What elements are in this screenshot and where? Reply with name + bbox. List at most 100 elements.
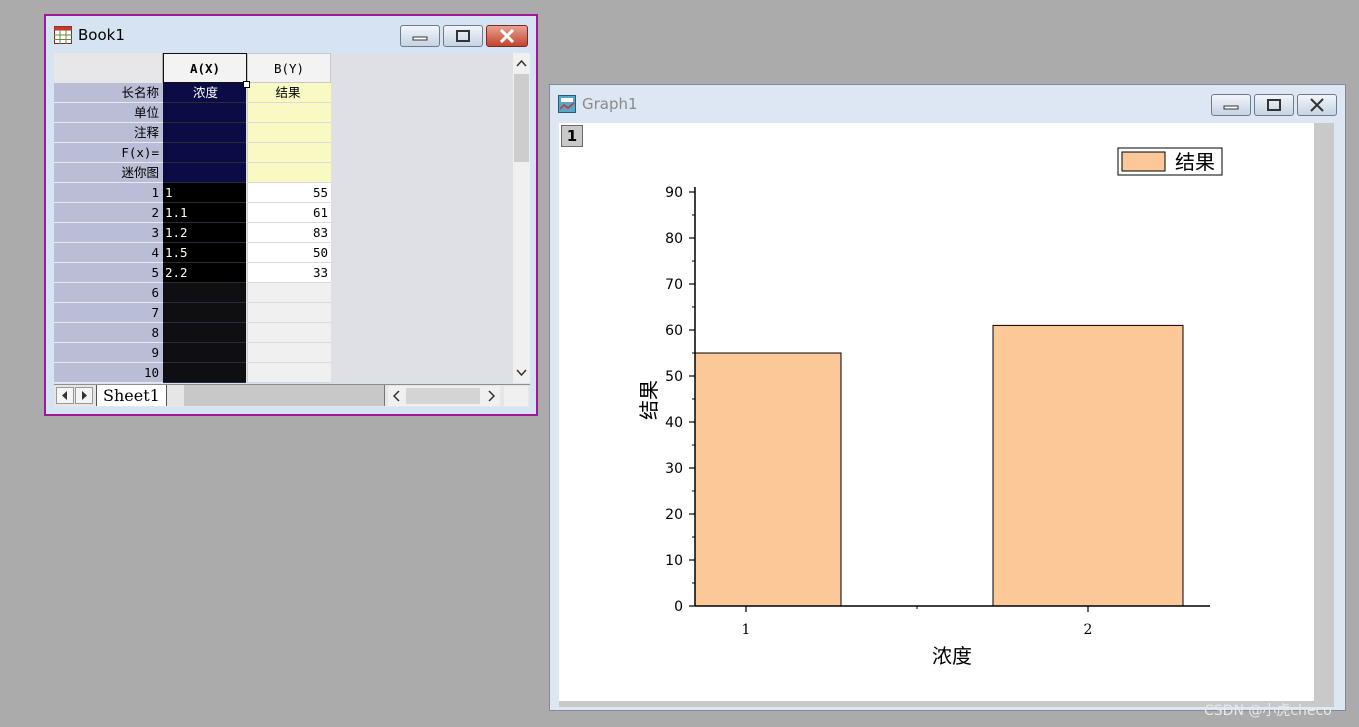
row-header[interactable]: 9: [54, 343, 163, 363]
bar: [694, 352, 842, 607]
cell-a-sparklines[interactable]: [163, 163, 246, 183]
book-title: Book1: [78, 26, 125, 44]
cell-b-formula[interactable]: [247, 143, 331, 163]
y-tick-label: 50: [665, 369, 683, 385]
bar-chart[interactable]: 01020304050607080901 2浓度结果结果: [559, 123, 1314, 701]
resize-grip-icon[interactable]: [504, 386, 528, 406]
row-header-comments[interactable]: 注释: [54, 123, 163, 143]
tab-area-fill: [184, 385, 385, 406]
cell-a[interactable]: 1.2: [163, 223, 246, 243]
legend-label: 结果: [1175, 150, 1215, 174]
bar: [992, 324, 1184, 607]
row-header-long-name[interactable]: 长名称: [54, 83, 163, 103]
vertical-scrollbar[interactable]: [513, 53, 530, 383]
scroll-up-icon[interactable]: [513, 55, 530, 71]
y-tick-label: 20: [665, 507, 683, 523]
book-window[interactable]: Book1 A(X) B(Y) 长名称 单位 注释 F(x)= 迷你图 浓度 结: [44, 14, 538, 416]
row-header[interactable]: 5: [54, 263, 163, 283]
y-tick-label: 10: [665, 553, 683, 569]
cell-b[interactable]: [247, 363, 331, 383]
selection-handle[interactable]: [243, 81, 250, 88]
close-icon: [1310, 98, 1324, 112]
row-header[interactable]: 4: [54, 243, 163, 263]
sheet-tab-bar: Sheet1: [54, 384, 530, 407]
cell-a[interactable]: 1.1: [163, 203, 246, 223]
cell-a-long-name[interactable]: 浓度: [163, 83, 246, 103]
cell-b[interactable]: 50: [247, 243, 331, 263]
cell-b-sparklines[interactable]: [247, 163, 331, 183]
cell-b-units[interactable]: [247, 103, 331, 123]
cell-b[interactable]: [247, 283, 331, 303]
cell-b[interactable]: 83: [247, 223, 331, 243]
graph-page[interactable]: 0 10 20 30 40 50 60 70 80 90 1 2 浓度 结果 结果: [559, 123, 1314, 701]
layer-1-button[interactable]: 1: [561, 125, 583, 147]
row-header[interactable]: 2: [54, 203, 163, 223]
row-header[interactable]: 1: [54, 183, 163, 203]
column-header-a[interactable]: A(X): [163, 53, 247, 83]
graph-close-button[interactable]: [1297, 94, 1337, 116]
cell-a[interactable]: [163, 323, 246, 343]
row-header-units[interactable]: 单位: [54, 103, 163, 123]
tab-next-button[interactable]: [75, 387, 93, 404]
minimize-icon: [412, 36, 428, 41]
y-tick-label: 60: [665, 323, 683, 339]
scroll-thumb[interactable]: [514, 74, 529, 162]
minimize-button[interactable]: [400, 25, 440, 47]
book-titlebar[interactable]: Book1: [46, 16, 536, 52]
corner-cell[interactable]: [54, 53, 163, 83]
cell-b[interactable]: 55: [247, 183, 331, 203]
scroll-right-icon[interactable]: [484, 386, 498, 406]
y-tick-label: 90: [665, 185, 683, 201]
row-header[interactable]: 3: [54, 223, 163, 243]
row-header-formula[interactable]: F(x)=: [54, 143, 163, 163]
hscroll-thumb[interactable]: [406, 388, 480, 404]
row-header[interactable]: 8: [54, 323, 163, 343]
cell-a[interactable]: 1: [163, 183, 246, 203]
cell-a[interactable]: 1.5: [163, 243, 246, 263]
cell-b[interactable]: [247, 323, 331, 343]
maximize-icon: [456, 29, 470, 42]
cell-a-comments[interactable]: [163, 123, 246, 143]
cell-a[interactable]: 2.2: [163, 263, 246, 283]
graph-vertical-scrollbar[interactable]: [1314, 123, 1334, 701]
row-header[interactable]: 10: [54, 363, 163, 383]
scroll-left-icon[interactable]: [390, 386, 404, 406]
sheet-tab[interactable]: Sheet1: [96, 385, 167, 406]
cell-a-units[interactable]: [163, 103, 246, 123]
row-header[interactable]: 6: [54, 283, 163, 303]
y-tick-label: 40: [665, 415, 683, 431]
y-tick-label: 80: [665, 231, 683, 247]
row-header[interactable]: 7: [54, 303, 163, 323]
cell-b[interactable]: [247, 343, 331, 363]
x-tick-label: 1: [742, 622, 751, 638]
worksheet-grid[interactable]: A(X) B(Y) 长名称 单位 注释 F(x)= 迷你图 浓度 结果 1 1 55…: [54, 53, 530, 383]
cell-b[interactable]: 33: [247, 263, 331, 283]
chevron-left-icon: [62, 391, 67, 400]
cell-b[interactable]: [247, 303, 331, 323]
cell-b-comments[interactable]: [247, 123, 331, 143]
graph-window[interactable]: Graph1 0 10 20 30 40 50 60 70 80 90 1 2 浓度 结果 结果 1: [549, 84, 1346, 711]
graph-icon: [558, 95, 576, 113]
cell-a[interactable]: [163, 303, 246, 323]
y-tick-label: 30: [665, 461, 683, 477]
cell-a-formula[interactable]: [163, 143, 246, 163]
column-header-b[interactable]: B(Y): [247, 53, 331, 83]
horizontal-scrollbar[interactable]: [388, 386, 500, 406]
cell-a[interactable]: [163, 283, 246, 303]
cell-a[interactable]: [163, 343, 246, 363]
graph-titlebar[interactable]: Graph1: [550, 85, 1345, 121]
cell-b-long-name[interactable]: 结果: [247, 83, 331, 103]
graph-minimize-button[interactable]: [1211, 94, 1251, 116]
scroll-down-icon[interactable]: [513, 365, 530, 381]
y-tick-label: 70: [665, 277, 683, 293]
maximize-button[interactable]: [443, 25, 483, 47]
cell-a[interactable]: [163, 363, 246, 383]
chevron-right-icon: [82, 391, 87, 400]
tab-prev-button[interactable]: [56, 387, 74, 404]
x-tick-label: 2: [1084, 622, 1093, 638]
graph-maximize-button[interactable]: [1254, 94, 1294, 116]
graph-title: Graph1: [582, 95, 638, 113]
row-header-sparklines[interactable]: 迷你图: [54, 163, 163, 183]
close-button[interactable]: [486, 25, 528, 47]
cell-b[interactable]: 61: [247, 203, 331, 223]
